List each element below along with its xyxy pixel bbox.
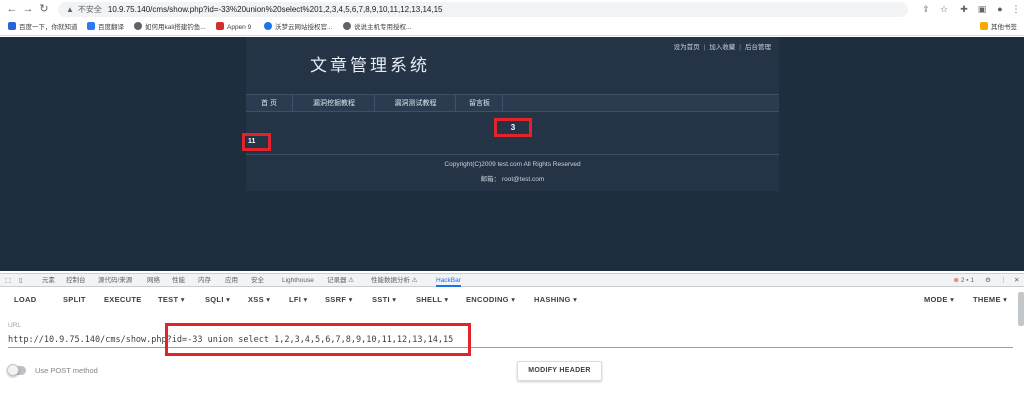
devtools-tabbar: ⬚ ▯ 元素 控制台 源代码/来源 网络 性能 内存 应用 安全 Lightho… (0, 273, 1024, 287)
device-toolbar-icon[interactable]: ▯ (19, 274, 23, 287)
scrollbar[interactable] (1018, 292, 1024, 326)
bookmark-item[interactable]: 百度翻译 (87, 22, 124, 33)
ssti-menu[interactable]: SSTI ▾ (372, 295, 396, 304)
other-bookmarks[interactable]: 其他书签 (980, 22, 1017, 33)
forward-icon[interactable]: → (22, 3, 34, 15)
sqli-menu[interactable]: SQLI ▾ (205, 295, 230, 304)
inspect-icon[interactable]: ⬚ (5, 274, 11, 287)
site-footer: Copyright(C)2009 test.com All Rights Res… (246, 154, 779, 189)
error-icon: ⊗ (953, 277, 959, 284)
address-bar[interactable]: ▲ 不安全 10.9.75.140/cms/show.php?id=-33%20un… (58, 2, 908, 17)
more-icon[interactable]: ⋮ (1000, 274, 1007, 287)
tab-lighthouse[interactable]: Lighthouse (282, 274, 314, 287)
divider: | (703, 44, 706, 51)
url-input[interactable]: http://10.9.75.140/cms/show.php?id=-33 u… (8, 333, 1013, 348)
reload-icon[interactable]: ↻ (38, 3, 50, 15)
star-icon[interactable]: ☆ (938, 3, 950, 15)
load-button[interactable]: LOAD (14, 295, 36, 304)
address-url: 10.9.75.140/cms/show.php?id=-33%20union%… (107, 5, 443, 14)
tab-security[interactable]: 安全 (251, 274, 264, 287)
tab-memory[interactable]: 内存 (198, 274, 211, 287)
bookmark-favicon-icon (264, 22, 272, 30)
tab-network[interactable]: 网络 (147, 274, 160, 287)
settings-icon[interactable]: ⚙ (985, 274, 991, 287)
folder-icon (980, 22, 988, 30)
injected-field-11: 11 (242, 133, 271, 151)
web-page: 文章管理系统 设为首页 | 加入收藏 | 后台管理 首 页 漏洞挖掘教程 漏洞测试教程 … (0, 37, 1024, 271)
top-links: 设为首页 | 加入收藏 | 后台管理 (674, 41, 771, 51)
nav-guestbook[interactable]: 留言板 (457, 95, 503, 112)
injected-field-3: 3 (494, 118, 532, 137)
tab-recorder[interactable]: 记录器 ⚠ (327, 274, 354, 287)
nav-item[interactable]: 漏洞测试教程 (376, 95, 456, 112)
annotation-highlight-box (165, 323, 471, 356)
sidepanel-icon[interactable]: ▣ (976, 3, 988, 15)
tab-elements[interactable]: 元素 (42, 274, 55, 287)
bookmarks-bar: 百度一下，你就知道 百度翻译 如何用kali搭建钓鱼... Appen 9 沃梦… (0, 19, 1024, 36)
back-icon[interactable]: ← (6, 3, 18, 15)
extensions-icon[interactable]: ✚ (958, 3, 970, 15)
warning-icon: ▲ (66, 5, 74, 14)
bookmark-item[interactable]: 说说主机专用授权... (343, 22, 411, 33)
bookmark-item[interactable]: 沃梦云网站授权官... (264, 22, 332, 33)
bookmark-favicon-icon (343, 22, 351, 30)
site-container: 文章管理系统 设为首页 | 加入收藏 | 后台管理 首 页 漏洞挖掘教程 漏洞测试教程 … (242, 37, 779, 191)
site-title: 文章管理系统 (310, 56, 430, 76)
tab-application[interactable]: 应用 (225, 274, 238, 287)
theme-menu[interactable]: THEME ▾ (973, 295, 1007, 304)
close-icon[interactable]: ✕ (1014, 274, 1019, 287)
shell-menu[interactable]: SHELL ▾ (416, 295, 448, 304)
execute-button[interactable]: EXECUTE (104, 295, 142, 304)
tab-hackbar[interactable]: HackBar (436, 274, 461, 287)
issue-icon: ▪ (966, 277, 969, 284)
bookmark-item[interactable]: Appen 9 (216, 22, 251, 33)
toggle-knob (7, 364, 19, 376)
bookmark-item[interactable]: 如何用kali搭建钓鱼... (134, 22, 206, 33)
menu-icon[interactable]: ⋮ (1010, 3, 1022, 15)
profile-icon[interactable]: ● (994, 3, 1006, 15)
xss-menu[interactable]: XSS ▾ (248, 295, 270, 304)
tab-performance-insights[interactable]: 性能数据分析 ⚠ (371, 274, 418, 287)
site-nav: 首 页 漏洞挖掘教程 漏洞测试教程 留言板 (246, 94, 779, 112)
lfi-menu[interactable]: LFI ▾ (289, 295, 308, 304)
encoding-menu[interactable]: ENCODING ▾ (466, 295, 515, 304)
bookmark-favicon-icon (134, 22, 142, 30)
insecure-label: 不安全 (77, 5, 102, 14)
bookmark-favicon-icon (87, 22, 95, 30)
nav-item[interactable]: 漏洞挖掘教程 (294, 95, 375, 112)
bookmark-favicon-icon (8, 22, 16, 30)
post-method-label: Use POST method (35, 366, 98, 375)
hackbar-toolbar: LOAD SPLIT EXECUTE TEST ▾ SQLI ▾ XSS ▾ L… (0, 288, 1016, 312)
bookmark-item[interactable]: 百度一下，你就知道 (8, 22, 78, 33)
test-menu[interactable]: TEST ▾ (158, 295, 185, 304)
post-method-toggle[interactable] (7, 364, 26, 376)
split-button[interactable]: SPLIT (63, 295, 86, 304)
nav-home[interactable]: 首 页 (246, 95, 293, 112)
share-icon[interactable]: ⇪ (920, 3, 932, 15)
footer-copyright: Copyright(C)2009 test.com All Rights Res… (444, 161, 581, 168)
hashing-menu[interactable]: HASHING ▾ (534, 295, 577, 304)
mode-menu[interactable]: MODE ▾ (924, 295, 954, 304)
tab-performance[interactable]: 性能 (172, 274, 185, 287)
admin-link[interactable]: 后台管理 (745, 44, 771, 51)
add-favorite-link[interactable]: 加入收藏 (709, 44, 735, 51)
tab-console[interactable]: 控制台 (66, 274, 86, 287)
footer-email: 邮箱： root@test.com (480, 176, 545, 183)
modify-header-button[interactable]: MODIFY HEADER (517, 361, 602, 381)
error-badge[interactable]: ⊗ 2 ▪ 1 (954, 276, 974, 284)
tab-sources[interactable]: 源代码/来源 (98, 274, 132, 287)
divider: | (739, 44, 741, 51)
set-homepage-link[interactable]: 设为首页 (674, 44, 700, 51)
ssrf-menu[interactable]: SSRF ▾ (325, 295, 353, 304)
browser-toolbar: ← → ↻ ▲ 不安全 10.9.75.140/cms/show.php?id=-3… (0, 0, 1024, 19)
bookmark-favicon-icon (216, 22, 224, 30)
url-label: URL (8, 322, 22, 329)
